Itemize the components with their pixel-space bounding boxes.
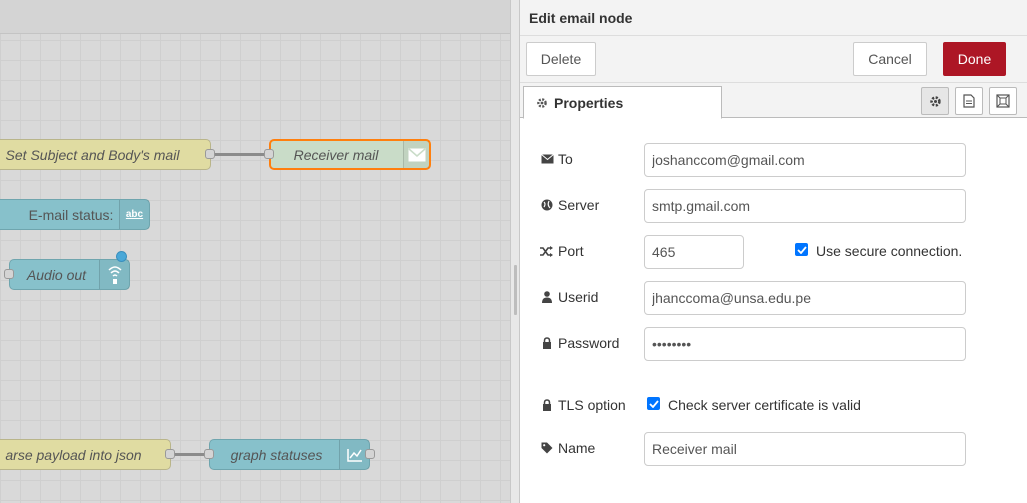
password-label: Password: [540, 335, 640, 351]
user-icon: [540, 291, 554, 303]
row-to: To: [540, 143, 1000, 177]
gear-icon: [536, 97, 548, 109]
server-label-text: Server: [558, 197, 600, 213]
node-audio-out[interactable]: Audio out: [9, 259, 130, 290]
tab-description[interactable]: [955, 87, 983, 115]
gear-icon: [929, 95, 942, 108]
input-port[interactable]: [4, 269, 14, 279]
properties-form: To Server Port: [520, 118, 1027, 503]
secure-label: Use secure connection.: [816, 243, 963, 259]
tab-appearance[interactable]: [989, 87, 1017, 115]
globe-icon: [540, 199, 554, 211]
tls-checkbox[interactable]: [647, 397, 660, 410]
port-input[interactable]: [644, 235, 744, 269]
userid-label: Userid: [540, 289, 640, 305]
lock-icon: [540, 399, 554, 411]
tab-properties[interactable]: Properties: [523, 86, 722, 119]
wire: [215, 153, 270, 156]
node-receiver-mail[interactable]: Receiver mail: [269, 139, 431, 170]
audio-icon: [99, 260, 129, 289]
document-icon: [963, 94, 975, 108]
secure-checkbox[interactable]: [795, 243, 808, 256]
resize-grip[interactable]: [514, 265, 517, 315]
name-label: Name: [540, 440, 640, 456]
node-label: Audio out: [26, 266, 87, 283]
tls-check-label: Check server certificate is valid: [668, 397, 861, 413]
tls-label: TLS option: [540, 397, 640, 413]
envelope-icon: [540, 154, 554, 164]
workspace-tab-bar: [0, 0, 515, 34]
node-label: arse payload into json: [5, 446, 142, 463]
tray-title: Edit email node: [520, 0, 1027, 36]
check-icon: [648, 399, 659, 408]
password-input[interactable]: [644, 327, 966, 361]
node-parse-json[interactable]: arse payload into json: [0, 439, 171, 470]
tray-tabs: Properties: [520, 83, 1027, 119]
node-label: E-mail status:: [28, 206, 114, 223]
random-icon: [540, 245, 554, 257]
row-server: Server: [540, 189, 1000, 223]
port-label: Port: [540, 243, 640, 259]
check-icon: [796, 245, 807, 254]
tab-label: Properties: [554, 94, 624, 111]
flow-workspace[interactable]: Set Subject and Body's mail Receiver mai…: [0, 0, 515, 503]
node-label: Set Subject and Body's mail: [5, 146, 180, 163]
node-graph-statuses[interactable]: graph statuses: [209, 439, 370, 470]
row-password: Password: [540, 327, 1000, 361]
server-label: Server: [540, 197, 640, 213]
userid-label-text: Userid: [558, 289, 599, 305]
input-port[interactable]: [264, 149, 274, 159]
output-port[interactable]: [205, 149, 215, 159]
status-indicator: [116, 251, 127, 262]
row-userid: Userid: [540, 281, 1000, 315]
tab-node-settings[interactable]: [921, 87, 949, 115]
envelope-icon: [403, 141, 429, 168]
row-name: Name: [540, 432, 1000, 466]
name-input[interactable]: [644, 432, 966, 466]
to-label: To: [540, 151, 640, 167]
node-label: Receiver mail: [293, 146, 379, 163]
frame-icon: [996, 94, 1010, 108]
output-port[interactable]: [165, 449, 175, 459]
input-port[interactable]: [204, 449, 214, 459]
edit-tray: Edit email node Delete Cancel Done Prope…: [519, 0, 1027, 503]
password-label-text: Password: [558, 335, 620, 351]
delete-button[interactable]: Delete: [526, 42, 596, 76]
name-label-text: Name: [558, 440, 596, 456]
port-label-text: Port: [558, 243, 584, 259]
tls-label-text: TLS option: [558, 397, 626, 413]
lock-icon: [540, 337, 554, 349]
row-port: Port Use secure connection.: [540, 235, 1000, 269]
to-label-text: To: [558, 151, 573, 167]
server-input[interactable]: [644, 189, 966, 223]
node-set-subject[interactable]: Set Subject and Body's mail: [0, 139, 211, 170]
row-tls: TLS option Check server certificate is v…: [540, 389, 1000, 423]
node-email-status[interactable]: E-mail status: abc: [0, 199, 150, 230]
done-button[interactable]: Done: [943, 42, 1006, 76]
output-port[interactable]: [365, 449, 375, 459]
cancel-button[interactable]: Cancel: [853, 42, 927, 76]
to-input[interactable]: [644, 143, 966, 177]
userid-input[interactable]: [644, 281, 966, 315]
node-label: graph statuses: [230, 446, 323, 463]
tag-icon: [540, 442, 554, 454]
tray-toolbar: Delete Cancel Done: [520, 36, 1027, 83]
text-output-icon: abc: [119, 200, 149, 229]
